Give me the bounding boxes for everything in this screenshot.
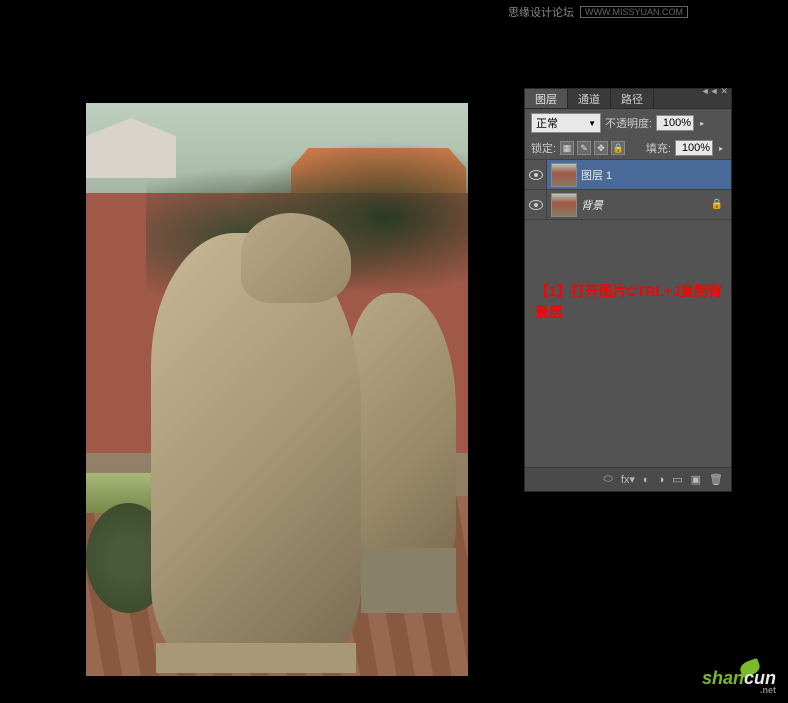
- watermark-url: WWW.MISSYUAN.COM: [580, 6, 688, 18]
- eye-icon: [529, 200, 543, 210]
- lock-icon: 🔒: [711, 199, 731, 210]
- image-statue-front: [151, 233, 361, 673]
- layer-group-icon[interactable]: ▭: [672, 473, 682, 486]
- tab-layers[interactable]: 图层: [525, 89, 568, 108]
- watermark-text: 思缘设计论坛: [508, 4, 574, 20]
- blend-mode-value: 正常: [536, 115, 558, 131]
- delete-layer-icon[interactable]: 🗑: [709, 473, 723, 486]
- lock-all-icon[interactable]: 🔒: [611, 141, 625, 155]
- layer-empty-area[interactable]: [525, 220, 731, 427]
- adjustment-layer-icon[interactable]: ◑: [658, 474, 665, 486]
- watermark-brand-green: shan: [702, 668, 744, 688]
- top-watermark: 思缘设计论坛 WWW.MISSYUAN.COM: [508, 4, 688, 20]
- new-layer-icon[interactable]: ▣: [691, 473, 701, 486]
- eye-icon: [529, 170, 543, 180]
- lock-position-icon[interactable]: ✥: [594, 141, 608, 155]
- layer-style-icon[interactable]: fx▾: [621, 473, 635, 486]
- lock-label: 锁定:: [531, 140, 556, 156]
- image-pedestal-front: [156, 643, 356, 673]
- layer-row[interactable]: 图层 1: [525, 160, 731, 190]
- panel-collapse-icon[interactable]: ◄◄: [701, 86, 719, 97]
- tab-channels[interactable]: 通道: [568, 89, 611, 108]
- panel-close-icon[interactable]: ✕: [720, 86, 728, 97]
- opacity-input[interactable]: 100%: [656, 115, 694, 131]
- layer-visibility-toggle[interactable]: [525, 190, 547, 219]
- layer-row[interactable]: 背景 🔒: [525, 190, 731, 220]
- chevron-down-icon: ▼: [588, 119, 596, 128]
- layer-thumbnail[interactable]: [551, 163, 577, 187]
- opacity-label: 不透明度:: [605, 115, 652, 131]
- lock-fill-row: 锁定: ▦ ✎ ✥ 🔒 填充: 100% ▸: [525, 137, 731, 160]
- image-pedestal-back: [361, 548, 456, 613]
- lock-transparency-icon[interactable]: ▦: [560, 141, 574, 155]
- tab-paths[interactable]: 路径: [611, 89, 654, 108]
- opacity-arrow-icon[interactable]: ▸: [698, 119, 706, 128]
- blend-opacity-row: 正常 ▼ 不透明度: 100% ▸: [525, 109, 731, 137]
- fill-arrow-icon[interactable]: ▸: [717, 144, 725, 153]
- blend-mode-select[interactable]: 正常 ▼: [531, 113, 601, 133]
- image-statue-back: [346, 293, 456, 583]
- tutorial-annotation: 【1】打开图片CTRL+J复制背景层: [535, 281, 725, 323]
- layer-visibility-toggle[interactable]: [525, 160, 547, 189]
- panel-footer: ⬭ fx▾ ◐ ◑ ▭ ▣ 🗑: [525, 467, 731, 491]
- layer-name[interactable]: 图层 1: [581, 167, 731, 183]
- canvas-image[interactable]: [86, 103, 468, 676]
- bottom-watermark: shancun .net: [702, 668, 776, 695]
- layer-thumbnail[interactable]: [551, 193, 577, 217]
- layer-mask-icon[interactable]: ◐: [643, 474, 650, 486]
- lock-pixels-icon[interactable]: ✎: [577, 141, 591, 155]
- link-layers-icon[interactable]: ⬭: [603, 473, 612, 486]
- fill-label: 填充:: [646, 140, 671, 156]
- fill-input[interactable]: 100%: [675, 140, 713, 156]
- layer-name[interactable]: 背景: [581, 197, 711, 213]
